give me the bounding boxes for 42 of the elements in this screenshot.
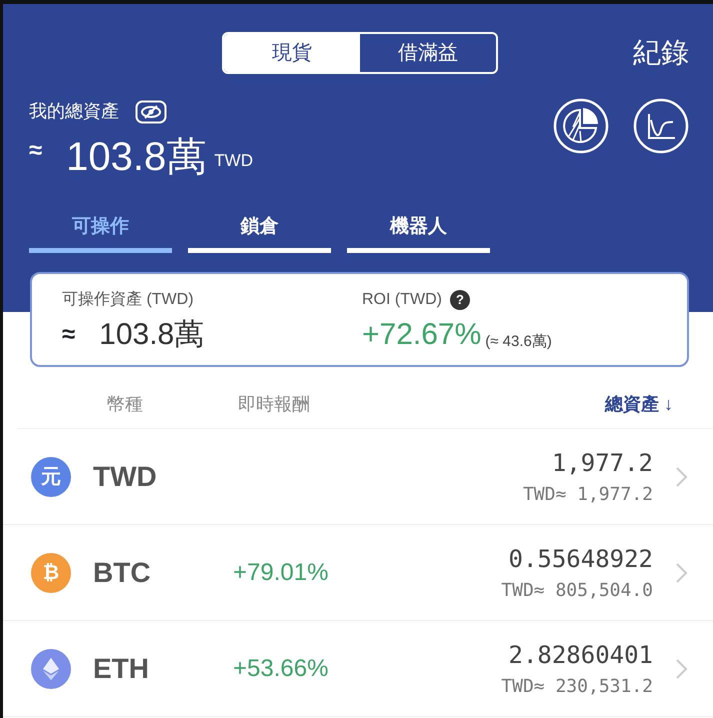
chevron-icon xyxy=(675,560,689,584)
column-header[interactable]: 幣種 xyxy=(107,391,143,418)
chevron-icon xyxy=(675,464,689,488)
available-value: 103.8萬 xyxy=(99,317,204,353)
asset-tab[interactable]: 機器人 xyxy=(347,213,490,252)
change-percent: +79.01% xyxy=(233,558,328,588)
roi-label: ROI (TWD) xyxy=(362,290,442,310)
asset-tab[interactable]: 鎖倉 xyxy=(188,213,331,252)
approx-sign: ≈ xyxy=(29,136,42,166)
line-chart-icon[interactable] xyxy=(633,98,689,154)
roi-amount: (≈ 43.6萬) xyxy=(485,332,552,352)
coin-row[interactable]: 元 TWD 1,977.2 TWD≈ 1,977.2 xyxy=(3,429,713,525)
coin-symbol: BTC xyxy=(93,556,152,590)
segment-tab[interactable]: 現貨 xyxy=(224,34,360,72)
coin-amount: 2.82860401 xyxy=(508,640,653,671)
twd-value: TWD≈ 805,504.0 xyxy=(501,579,653,603)
coin-row[interactable]: ₿ BTC +79.01% 0.55648922 TWD≈ 805,504.0 xyxy=(3,525,713,621)
column-header[interactable]: 總資產 ↓ xyxy=(604,391,673,418)
twd-value: TWD≈ 230,531.2 xyxy=(501,675,653,699)
coin-row[interactable]: ETH +53.66% 2.82860401 TWD≈ 230,531.2 xyxy=(3,621,713,717)
help-icon[interactable]: ? xyxy=(450,290,470,310)
asset-tab[interactable]: 可操作 xyxy=(29,213,172,252)
chevron-icon xyxy=(675,656,689,680)
coin-symbol: ETH xyxy=(93,652,150,686)
currency-label: TWD xyxy=(214,150,253,172)
coin-icon: ₿ xyxy=(31,552,71,592)
twd-value: TWD≈ 1,977.2 xyxy=(522,483,653,507)
roi-value: +72.67% xyxy=(362,317,482,353)
column-header[interactable]: 即時報酬 xyxy=(238,391,310,418)
coin-amount: 1,977.2 xyxy=(552,448,653,479)
segment-tab[interactable]: 借滿益 xyxy=(360,34,496,72)
coin-amount: 0.55648922 xyxy=(508,544,653,575)
available-assets-label: 可操作資產 (TWD) xyxy=(62,290,195,310)
change-percent: +53.66% xyxy=(233,654,328,684)
coin-symbol: TWD xyxy=(93,460,158,494)
hide-icon[interactable] xyxy=(135,100,167,124)
total-value: 103.8萬 xyxy=(66,137,206,177)
coin-icon: 元 xyxy=(31,456,71,496)
pie-chart-icon[interactable] xyxy=(553,98,609,154)
approx-sign: ≈ xyxy=(62,320,76,350)
total-assets-label: 我的總資產 xyxy=(29,100,119,123)
history-link[interactable]: 紀錄 xyxy=(633,32,689,74)
